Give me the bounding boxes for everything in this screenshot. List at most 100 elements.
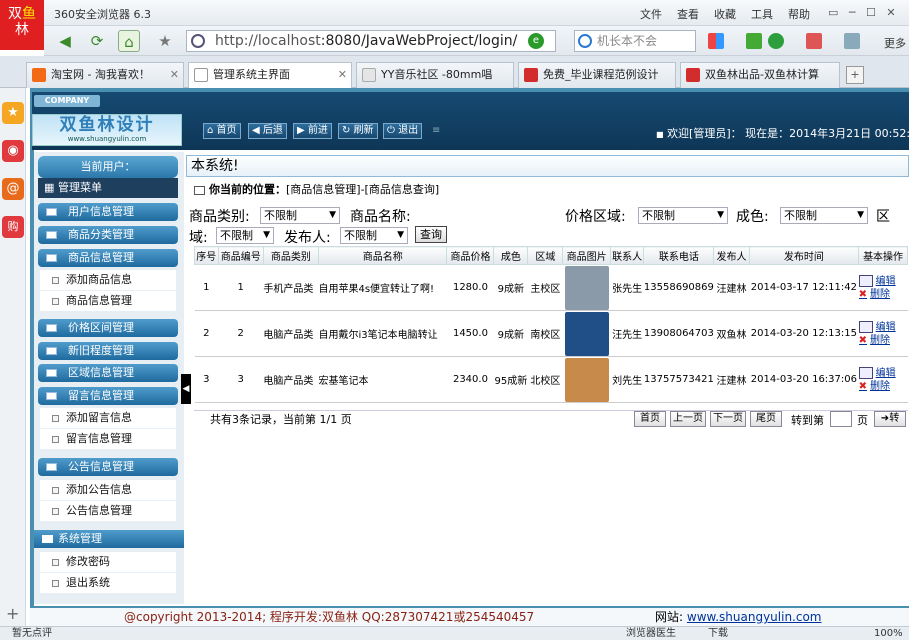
forward-button[interactable]: ▶ 前进 xyxy=(293,123,332,139)
screenshot-icon[interactable] xyxy=(844,33,860,49)
more-button[interactable]: 更多 xyxy=(884,35,906,51)
delete-link[interactable]: ✖ 删除 xyxy=(859,334,908,347)
table-cell: 1 xyxy=(194,264,219,311)
security-icon[interactable] xyxy=(768,33,784,49)
delete-link[interactable]: ✖ 删除 xyxy=(859,380,908,393)
mail-icon[interactable]: @ xyxy=(2,178,24,200)
nav-item-14[interactable]: 公告信息管理 xyxy=(40,501,176,521)
edit-link[interactable]: 编辑 xyxy=(858,274,908,288)
query-button[interactable]: 查询 xyxy=(415,226,447,243)
menu-help[interactable]: 帮助 xyxy=(788,6,810,22)
shopping-icon[interactable]: 购 xyxy=(2,216,24,238)
video-icon[interactable] xyxy=(746,33,762,49)
weibo-icon[interactable]: ◉ xyxy=(2,140,24,162)
tab-shuangyulin[interactable]: 双鱼林出品-双鱼林计算 xyxy=(680,62,840,88)
delete-link[interactable]: ✖ 删除 xyxy=(859,288,908,301)
nav-group-9[interactable]: 留言信息管理 xyxy=(38,387,178,405)
go-button[interactable]: ➜转 xyxy=(874,411,906,427)
nav-group-3[interactable]: 商品信息管理 xyxy=(38,249,178,267)
browser-doctor[interactable]: 浏览器医生 xyxy=(626,627,676,640)
menu-view[interactable]: 查看 xyxy=(677,6,699,22)
color-select[interactable]: 不限制 ▼ xyxy=(780,207,868,224)
menu-tools[interactable]: 工具 xyxy=(751,6,773,22)
add-icon[interactable]: + xyxy=(6,604,19,623)
back-button[interactable]: ◀ 后退 xyxy=(248,123,287,139)
menu-lines-icon: ≡ xyxy=(432,125,441,136)
nav-item-11[interactable]: 留言信息管理 xyxy=(40,429,176,449)
current-user-label: 当前用户： xyxy=(80,160,136,173)
nav-group-7[interactable]: 新旧程度管理 xyxy=(38,342,178,360)
nav-item-10[interactable]: 添加留言信息 xyxy=(40,408,176,428)
prev-page-button[interactable]: 上一页 xyxy=(670,411,706,427)
menu-file[interactable]: 文件 xyxy=(640,6,662,22)
nav-group-6[interactable]: 价格区间管理 xyxy=(38,319,178,337)
edit-label: 编辑 xyxy=(875,321,896,333)
category-select[interactable]: 不限制 ▼ xyxy=(260,207,340,224)
apps-icon[interactable] xyxy=(708,33,724,49)
nav-item-13[interactable]: 添加公告信息 xyxy=(40,480,176,500)
favorites-icon[interactable]: ★ xyxy=(2,102,24,124)
nav-item-15[interactable]: 修改密码 xyxy=(40,552,176,572)
nav-item-5[interactable]: 商品信息管理 xyxy=(40,291,176,311)
url-input[interactable]: http://localhost:8080/JavaWebProject/log… xyxy=(186,30,556,52)
nav-group-8[interactable]: 区域信息管理 xyxy=(38,364,178,382)
tab-admin-main[interactable]: 管理系统主界面 ✕ xyxy=(188,62,352,89)
home-icon[interactable]: ⌂ xyxy=(118,30,140,52)
nav-item-4[interactable]: 添加商品信息 xyxy=(40,270,176,290)
tab-taobao[interactable]: 淘宝网 - 淘我喜欢！ ✕ xyxy=(26,62,184,88)
tab-yy-music[interactable]: YY音乐社区 -80mm唱 xyxy=(356,62,514,88)
welcome-text: ■ 欢迎[管理员]： 现在是：2014年3月21日 00:52:10 xyxy=(656,125,909,141)
site-url-link[interactable]: www.shuangyulin.com xyxy=(687,610,822,624)
translate-icon[interactable] xyxy=(806,33,822,49)
publisher-select[interactable]: 不限制 ▼ xyxy=(340,227,408,244)
status-comment[interactable]: 暂无点评 xyxy=(12,627,52,640)
nav-group-12[interactable]: 公告信息管理 xyxy=(38,458,178,476)
goods-thumbnail[interactable] xyxy=(564,357,609,402)
browser-logo: 双鱼 林 xyxy=(0,0,44,50)
next-page-button[interactable]: 下一页 xyxy=(710,411,746,427)
menu-favorites[interactable]: 收藏 xyxy=(714,6,736,22)
goods-thumbnail[interactable] xyxy=(564,311,609,356)
table-cell: 13558690869 xyxy=(643,264,714,311)
nav-group-1[interactable]: 用户信息管理 xyxy=(38,203,178,221)
favorite-star-icon[interactable]: ★ xyxy=(154,30,176,52)
edit-label: 编辑 xyxy=(875,367,896,379)
ie-mode-icon[interactable]: e xyxy=(528,33,544,49)
edit-link[interactable]: 编辑 xyxy=(858,320,908,334)
new-tab-button[interactable]: + xyxy=(846,66,864,84)
tab-free-course[interactable]: 免费_毕业课程范例设计 xyxy=(518,62,676,88)
window-controls[interactable]: ▭ ─ ☐ ✕ xyxy=(828,6,896,19)
nav-group-2[interactable]: 商品分类管理 xyxy=(38,226,178,244)
collapse-nav-icon[interactable]: ◀ xyxy=(181,374,191,404)
table-cell: 2014-03-17 12:11:42 xyxy=(749,264,859,311)
download-status[interactable]: 下载 xyxy=(708,627,728,640)
table-row: 3 3 电脑产品类 宏基笔记本 2340.0 95成新 北校区 刘先生 13757573421 汪… xyxy=(194,356,908,403)
table-cell: 汪建林 xyxy=(713,264,750,311)
logo-text: 双鱼林设计 xyxy=(59,115,155,135)
price-select[interactable]: 不限制 ▼ xyxy=(638,207,728,224)
nav-item-16[interactable]: 退出系统 xyxy=(40,573,176,593)
last-page-button[interactable]: 尾页 xyxy=(750,411,782,427)
goto-page-input[interactable] xyxy=(830,411,852,427)
close-icon[interactable]: ✕ xyxy=(338,63,347,87)
refresh-icon[interactable]: ⟳ xyxy=(86,30,108,52)
search-input[interactable]: 机长本不会 xyxy=(574,30,696,52)
nav-label: 添加公告信息 xyxy=(66,483,132,496)
forward-label: 前进 xyxy=(307,125,328,136)
system-header[interactable]: 系统管理 xyxy=(34,530,184,548)
first-page-button[interactable]: 首页 xyxy=(634,411,666,427)
table-cell: 2 xyxy=(194,310,219,357)
edit-link[interactable]: 编辑 xyxy=(858,366,908,380)
zoom-level[interactable]: 100% xyxy=(874,627,903,640)
home-button[interactable]: ⌂ 首页 xyxy=(203,123,241,139)
nav-label: 价格区间管理 xyxy=(68,321,134,334)
table-cell: 2340.0 xyxy=(446,356,494,403)
close-icon[interactable]: ✕ xyxy=(170,63,179,87)
back-icon[interactable]: ◀ xyxy=(54,30,76,52)
goods-thumbnail[interactable] xyxy=(564,265,609,310)
logout-button[interactable]: ⏻ 退出 xyxy=(383,123,423,139)
area-select[interactable]: 不限制 ▼ xyxy=(216,227,274,244)
nav-label: 添加留言信息 xyxy=(66,411,132,424)
refresh-button[interactable]: ↻ 刷新 xyxy=(338,123,378,139)
site-logo: 双鱼林设计 www.shuangyulin.com xyxy=(32,114,182,146)
